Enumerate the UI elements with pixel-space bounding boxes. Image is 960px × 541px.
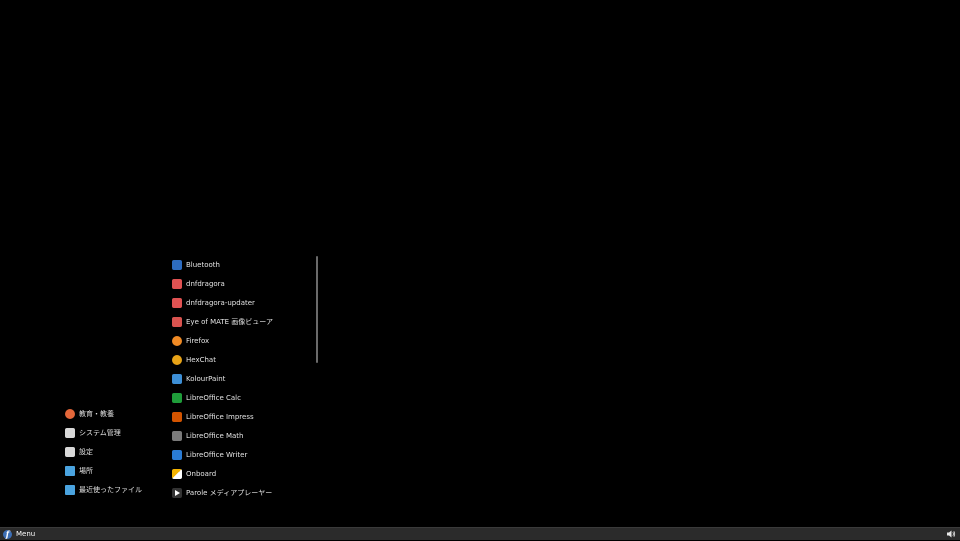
app-label: KolourPaint — [186, 374, 226, 383]
category-list: 教育・教養 システム管理 設定 場所 最近使ったファイル — [58, 404, 158, 499]
category-label: 場所 — [79, 466, 93, 475]
app-libreoffice-writer[interactable]: LibreOffice Writer — [166, 445, 316, 464]
app-onboard[interactable]: Onboard — [166, 464, 316, 483]
app-libreoffice-calc[interactable]: LibreOffice Calc — [166, 388, 316, 407]
libreoffice-math-icon — [172, 430, 182, 441]
menu-label: Menu — [16, 530, 36, 538]
system-tools-icon — [65, 427, 75, 438]
category-education[interactable]: 教育・教養 — [58, 404, 158, 423]
menu-button[interactable]: f Menu — [0, 528, 35, 541]
app-kolourpaint[interactable]: KolourPaint — [166, 369, 316, 388]
settings-icon — [65, 446, 75, 457]
bottom-panel: f Menu — [0, 527, 960, 540]
kolourpaint-icon — [172, 373, 182, 384]
app-label: LibreOffice Writer — [186, 450, 248, 459]
app-label: Firefox — [186, 336, 210, 345]
app-hexchat[interactable]: HexChat — [166, 350, 316, 369]
app-label: HexChat — [186, 355, 216, 364]
category-recent-files[interactable]: 最近使ったファイル — [58, 480, 158, 499]
image-viewer-icon — [172, 316, 182, 327]
app-label: LibreOffice Calc — [186, 393, 241, 402]
app-firefox[interactable]: Firefox — [166, 331, 316, 350]
education-icon — [65, 408, 75, 419]
app-label: Bluetooth — [186, 260, 220, 269]
fedora-logo-icon: f — [3, 529, 12, 539]
category-label: 最近使ったファイル — [79, 485, 142, 494]
app-label: dnfdragora-updater — [186, 298, 255, 307]
application-menu: 教育・教養 システム管理 設定 場所 最近使ったファイル Bluetooth d… — [58, 254, 322, 500]
app-label: Eye of MATE 画像ビューア — [186, 317, 273, 326]
category-label: システム管理 — [79, 428, 121, 437]
firefox-icon — [172, 335, 182, 346]
app-label: Parole メディアプレーヤー — [186, 488, 273, 497]
folder-icon — [65, 484, 75, 495]
category-settings[interactable]: 設定 — [58, 442, 158, 461]
app-libreoffice-math[interactable]: LibreOffice Math — [166, 426, 316, 445]
dnfdragora-updater-icon — [172, 297, 182, 308]
app-list-scrollbar[interactable] — [316, 256, 318, 363]
app-parole[interactable]: Parole メディアプレーヤー — [166, 483, 316, 502]
app-dnfdragora[interactable]: dnfdragora — [166, 274, 316, 293]
category-label: 設定 — [79, 447, 93, 456]
media-player-icon — [172, 487, 182, 498]
volume-icon[interactable] — [946, 529, 956, 539]
app-label: LibreOffice Math — [186, 431, 244, 440]
hexchat-icon — [172, 354, 182, 365]
dnfdragora-icon — [172, 278, 182, 289]
category-system-tools[interactable]: システム管理 — [58, 423, 158, 442]
application-list: Bluetooth dnfdragora dnfdragora-updater … — [166, 255, 316, 502]
onboard-icon — [172, 468, 182, 479]
folder-icon — [65, 465, 75, 476]
libreoffice-calc-icon — [172, 392, 182, 403]
bluetooth-icon — [172, 259, 182, 270]
app-libreoffice-impress[interactable]: LibreOffice Impress — [166, 407, 316, 426]
app-eye-of-mate[interactable]: Eye of MATE 画像ビューア — [166, 312, 316, 331]
app-label: Onboard — [186, 469, 217, 478]
app-bluetooth[interactable]: Bluetooth — [166, 255, 316, 274]
libreoffice-writer-icon — [172, 449, 182, 460]
app-dnfdragora-updater[interactable]: dnfdragora-updater — [166, 293, 316, 312]
app-label: LibreOffice Impress — [186, 412, 254, 421]
app-label: dnfdragora — [186, 279, 225, 288]
category-label: 教育・教養 — [79, 409, 114, 418]
libreoffice-impress-icon — [172, 411, 182, 422]
category-places[interactable]: 場所 — [58, 461, 158, 480]
